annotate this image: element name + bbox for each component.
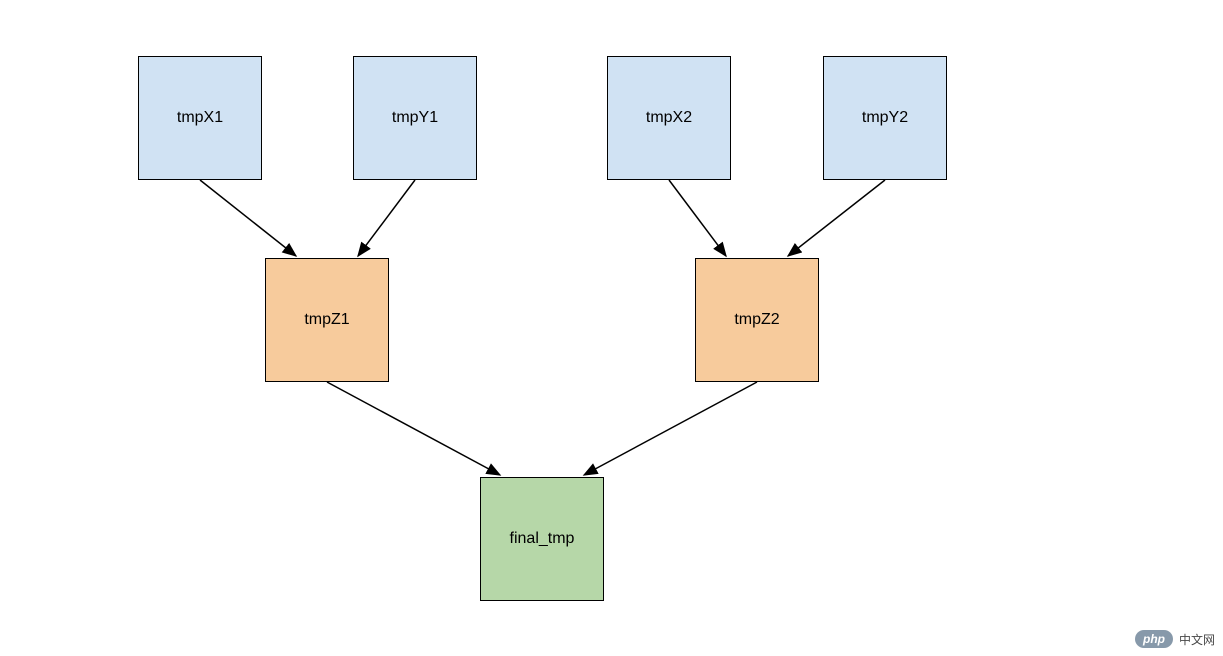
edge-tmpx2-tmpz2: [669, 180, 726, 256]
node-tmpy2: tmpY2: [823, 56, 947, 180]
edge-tmpz1-final: [327, 382, 500, 475]
node-label: tmpY2: [862, 109, 908, 127]
node-label: tmpX1: [177, 109, 223, 127]
edge-tmpx1-tmpz1: [200, 180, 296, 256]
watermark-text: 中文网: [1179, 631, 1215, 648]
node-tmpz1: tmpZ1: [265, 258, 389, 382]
diagram-container: tmpX1 tmpY1 tmpX2 tmpY2 tmpZ1 tmpZ2 fina…: [0, 0, 1223, 656]
node-tmpz2: tmpZ2: [695, 258, 819, 382]
node-tmpx1: tmpX1: [138, 56, 262, 180]
watermark-badge: php: [1135, 630, 1173, 648]
edge-tmpy2-tmpz2: [788, 180, 885, 256]
edge-tmpz2-final: [584, 382, 757, 475]
node-label: tmpX2: [646, 109, 692, 127]
watermark: php 中文网: [1135, 630, 1215, 648]
node-label: tmpZ2: [734, 311, 779, 329]
node-label: final_tmp: [510, 530, 575, 548]
node-tmpy1: tmpY1: [353, 56, 477, 180]
node-final-tmp: final_tmp: [480, 477, 604, 601]
node-label: tmpY1: [392, 109, 438, 127]
edge-tmpy1-tmpz1: [358, 180, 415, 256]
node-label: tmpZ1: [304, 311, 349, 329]
node-tmpx2: tmpX2: [607, 56, 731, 180]
